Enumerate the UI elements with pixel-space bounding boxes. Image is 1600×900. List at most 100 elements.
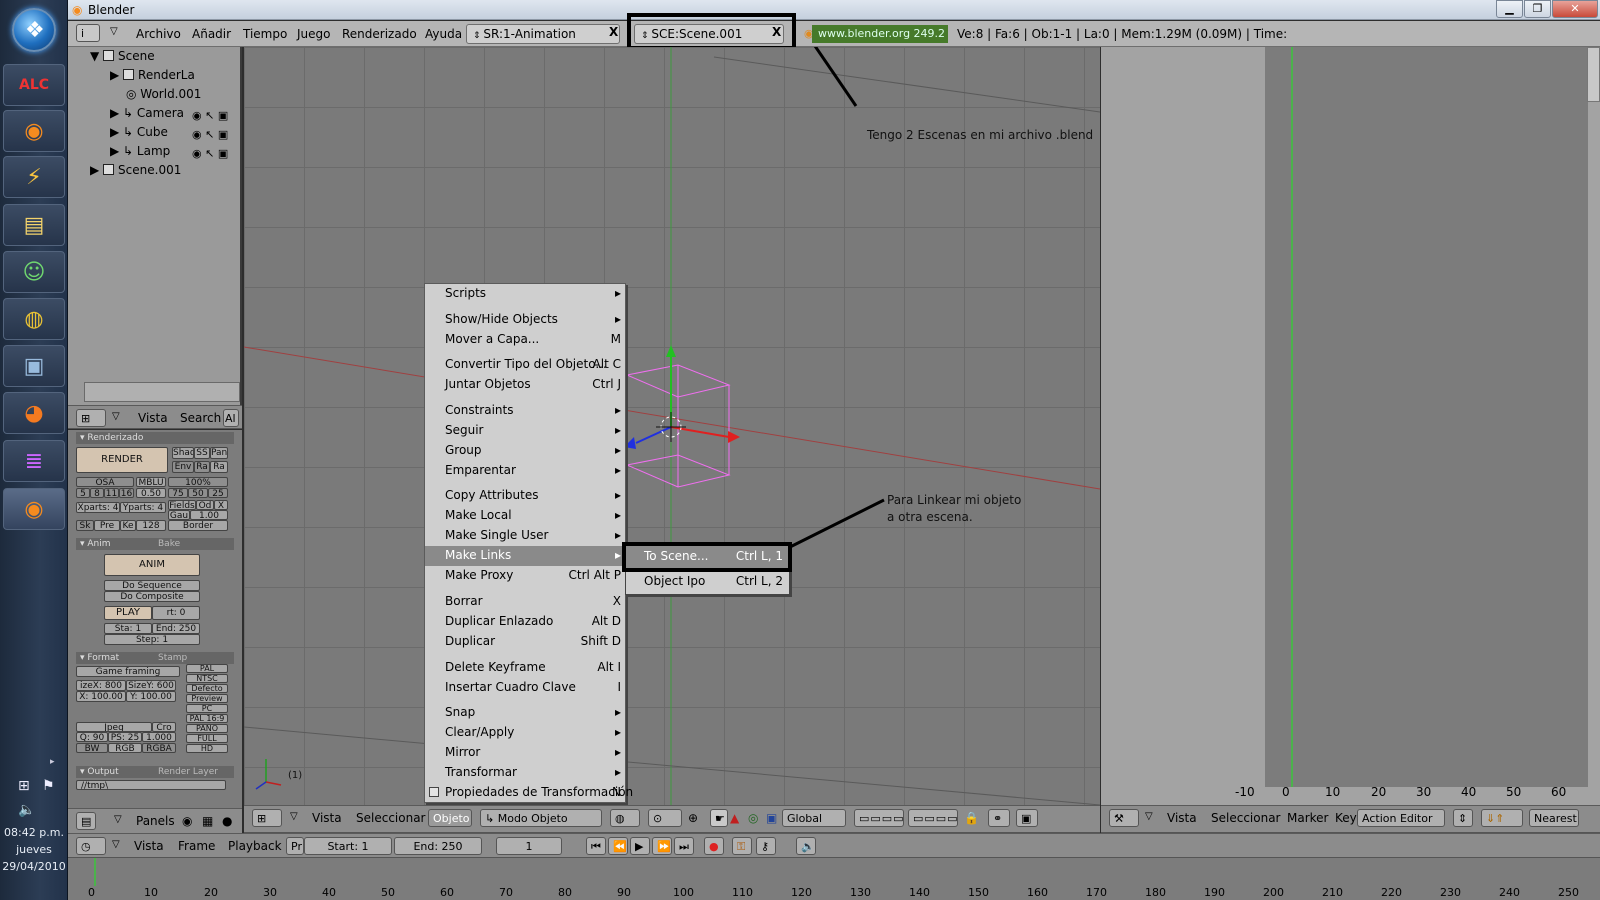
current-frame-field[interactable]: 1 — [496, 837, 562, 855]
editor-type-menu[interactable]: ▤ — [76, 812, 96, 830]
taskbar-app-explorer[interactable]: ▤ — [3, 204, 65, 246]
sizex-field[interactable]: izeX: 800 — [76, 680, 126, 691]
tray-expand-icon[interactable]: ▸ — [50, 757, 55, 767]
render-icon[interactable]: ▣ — [218, 147, 228, 160]
tab-stamp[interactable]: Stamp — [158, 652, 187, 664]
outliner-scrollbar[interactable] — [84, 382, 240, 402]
play-button[interactable]: ▶ — [630, 837, 650, 855]
preset-hd[interactable]: HD — [186, 744, 228, 753]
panel-header-format[interactable]: ▾ Format Stamp — [76, 652, 234, 664]
menu-item-duplicar-enlazado[interactable]: Duplicar Enlazado Alt D — [425, 612, 625, 632]
ss-toggle[interactable]: SS — [194, 447, 210, 459]
taskbar-app-winrar[interactable]: ≣ — [3, 440, 65, 482]
preset-pc[interactable]: PC — [186, 704, 228, 713]
current-frame-line[interactable] — [94, 858, 96, 886]
radio-toggle[interactable]: Ra — [210, 461, 228, 473]
screen-delete-button[interactable]: X — [608, 24, 622, 44]
collapse-triangle-icon[interactable]: ▽ — [112, 411, 120, 422]
tab-render-layer[interactable]: Render Layer — [158, 766, 218, 778]
ray-toggle[interactable]: Ra — [194, 461, 210, 473]
play-button[interactable]: PLAY — [104, 606, 152, 620]
x-toggle[interactable]: X — [214, 500, 228, 510]
start-frame-field[interactable]: Sta: 1 — [104, 623, 152, 634]
render-preview-icon[interactable]: ▣ — [1016, 809, 1038, 827]
menu-item-group[interactable]: Group ▸ — [425, 441, 625, 461]
pivot-select[interactable]: ⊙ — [648, 809, 682, 827]
osa-16[interactable]: 16 — [119, 488, 134, 498]
action-channels-area[interactable] — [1265, 47, 1588, 787]
menu-item-copy-attributes[interactable]: Copy Attributes ▸ — [425, 486, 625, 506]
info-icon[interactable]: i — [76, 24, 100, 42]
z-gizmo-axis[interactable] — [635, 426, 672, 444]
next-key-button[interactable]: ⏩ — [652, 837, 672, 855]
submenu-item-object-ipo[interactable]: Object Ipo Ctrl L, 2 — [626, 571, 789, 593]
render-icon[interactable]: ▣ — [218, 128, 228, 141]
menu-item-make-links[interactable]: Make Links ▸ — [425, 546, 625, 566]
sky-toggle[interactable]: Sk — [76, 520, 94, 531]
gauss-toggle[interactable]: Gau — [168, 510, 190, 520]
menu-vista[interactable]: Vista — [312, 811, 342, 825]
eye-icon[interactable]: ◉ — [192, 147, 202, 160]
menu-item-scripts[interactable]: Scripts ▸ — [425, 284, 625, 304]
shading-context-icon[interactable]: ● — [222, 814, 232, 828]
collapse-triangle-icon[interactable]: ▽ — [114, 814, 122, 825]
manipulator-toggle-icon[interactable]: ⊕ — [688, 811, 698, 825]
viewport-3d[interactable]: (1) Tengo 2 Escenas en mi archivo .blend… — [244, 47, 1100, 805]
menu-tiempo[interactable]: Tiempo — [243, 27, 287, 41]
menu-item-constraints[interactable]: Constraints ▸ — [425, 401, 625, 421]
aspx-field[interactable]: X: 100.00 — [76, 691, 126, 702]
tree-row-cube[interactable]: ▶ ↳ Cube — [110, 125, 168, 139]
orientation-select[interactable]: Global — [782, 809, 846, 827]
crop-toggle[interactable]: Cro — [152, 722, 176, 732]
layer-buttons-2[interactable]: ▭▭▭▭ — [908, 809, 958, 827]
outliner-mode-button[interactable]: Al — [223, 409, 239, 427]
key-toggle[interactable]: Ke — [120, 520, 136, 531]
expand-triangle-icon[interactable]: ▶ — [110, 144, 123, 158]
taskbar-app-firefox[interactable]: ◕ — [3, 392, 65, 434]
menu-item-propiedades[interactable]: Propiedades de Transformación N — [425, 783, 633, 803]
step-field[interactable]: Step: 1 — [104, 634, 200, 645]
layer-buttons-1[interactable]: ▭▭▭▭ — [854, 809, 904, 827]
menu-item-clear-apply[interactable]: Clear/Apply ▸ — [425, 723, 625, 743]
link-icon[interactable]: ⚭ — [988, 809, 1010, 827]
menu-panels[interactable]: Panels — [136, 814, 175, 828]
taskbar-app-monitor[interactable]: ▣ — [3, 345, 65, 387]
screen-selector[interactable]: ⇕ SR:1-Animation — [466, 24, 620, 44]
copy-paste-keys-icon[interactable]: ⇓⇑ — [1481, 809, 1523, 827]
visibility-toggles[interactable]: ◉ ↖ ▣ ◉ ↖ ▣ ◉ ↖ ▣ — [192, 106, 228, 163]
pan-toggle[interactable]: Pan — [210, 447, 228, 459]
mblur-toggle[interactable]: MBLU — [136, 477, 166, 487]
eye-icon[interactable]: ◉ — [192, 128, 202, 141]
menu-item-juntar[interactable]: Juntar Objetos Ctrl J — [425, 375, 625, 395]
menu-playback[interactable]: Playback — [228, 839, 282, 853]
jump-end-button[interactable]: ⏭ — [674, 837, 694, 855]
rotate-manipulator-icon[interactable]: ◎ — [748, 811, 758, 825]
script-context-icon[interactable]: ▦ — [202, 814, 213, 828]
fields-toggle[interactable]: Fields — [168, 500, 196, 510]
size-50[interactable]: 50 — [188, 488, 208, 498]
menu-item-show-hide[interactable]: Show/Hide Objects ▸ — [425, 310, 625, 330]
render-icon[interactable]: ▣ — [218, 109, 228, 122]
action-editor[interactable]: -10 0 10 20 30 40 50 60 — [1101, 47, 1600, 805]
bw-toggle[interactable]: BW — [76, 743, 108, 753]
render-button[interactable]: RENDER — [76, 447, 168, 473]
menu-renderizado[interactable]: Renderizado — [342, 27, 417, 41]
xparts-field[interactable]: Xparts: 4 — [76, 502, 120, 513]
menu-objeto[interactable]: Objeto — [428, 809, 472, 827]
aspy-field[interactable]: Y: 100.00 — [126, 691, 176, 702]
menu-item-delete-keyframe[interactable]: Delete Keyframe Alt I — [425, 658, 625, 678]
panel-header-output[interactable]: ▾ Output Render Layer — [76, 766, 234, 778]
menu-item-transformar[interactable]: Transformar ▸ — [425, 763, 625, 783]
jump-start-button[interactable]: ⏮ — [586, 837, 606, 855]
tree-row-lamp[interactable]: ▶ ↳ Lamp — [110, 144, 170, 158]
do-composite-toggle[interactable]: Do Composite — [104, 591, 200, 602]
taskbar-app-alc[interactable]: ALC — [3, 64, 65, 106]
menu-item-borrar[interactable]: Borrar X — [425, 592, 625, 612]
osa-11[interactable]: 11 — [104, 488, 119, 498]
expand-triangle-icon[interactable]: ▶ — [90, 163, 103, 177]
menu-key[interactable]: Key — [1335, 811, 1357, 825]
menu-item-make-single-user[interactable]: Make Single User ▸ — [425, 526, 625, 546]
mblur-value[interactable]: 0.50 — [136, 488, 166, 498]
fps-field[interactable]: PS: 25 — [108, 732, 142, 742]
rgb-toggle[interactable]: RGB — [108, 743, 142, 753]
